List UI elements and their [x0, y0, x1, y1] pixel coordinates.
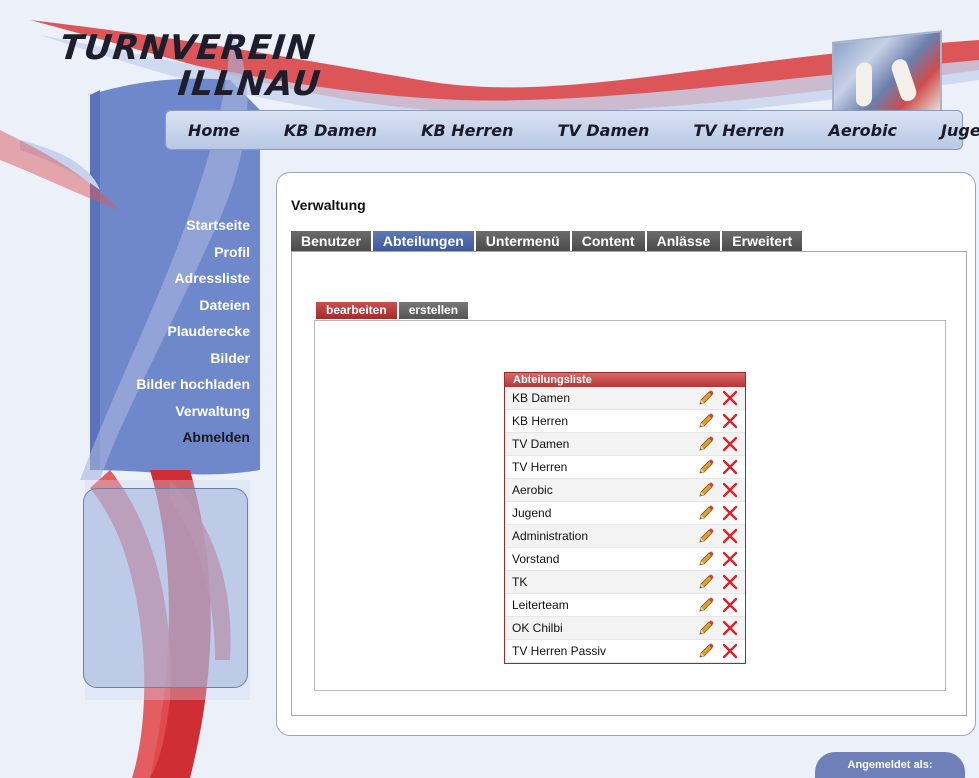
main-content: Verwaltung Benutzer Abteilungen Untermen…: [276, 172, 976, 736]
department-name: KB Damen: [512, 391, 571, 405]
department-row: Vorstand: [505, 548, 745, 571]
pencil-icon[interactable]: [697, 504, 715, 522]
delete-x-icon[interactable]: [721, 481, 739, 499]
photo-figure: [889, 56, 919, 104]
sidebar-item-bilder[interactable]: Bilder: [136, 345, 250, 372]
main-nav: Home KB Damen KB Herren TV Damen TV Herr…: [165, 110, 979, 150]
delete-x-icon[interactable]: [721, 527, 739, 545]
delete-x-icon[interactable]: [721, 596, 739, 614]
delete-x-icon[interactable]: [721, 619, 739, 637]
delete-x-icon[interactable]: [721, 412, 739, 430]
delete-x-icon[interactable]: [721, 389, 739, 407]
subtab-panel: Abteilungsliste KB Damen KB Herren TV Dame…: [314, 320, 946, 691]
department-list: Abteilungsliste KB Damen KB Herren TV Dame…: [504, 372, 746, 664]
sidebar-item-abmelden[interactable]: Abmelden: [136, 424, 250, 451]
tab-content[interactable]: Content: [571, 231, 647, 251]
pencil-icon[interactable]: [697, 596, 715, 614]
sidebar-item-startseite[interactable]: Startseite: [136, 212, 250, 239]
sidebar-item-profil[interactable]: Profil: [136, 239, 250, 266]
login-status-badge: Angemeldet als:: [815, 752, 965, 778]
department-row: TV Herren Passiv: [505, 640, 745, 663]
delete-x-icon[interactable]: [721, 504, 739, 522]
department-row: Administration: [505, 525, 745, 548]
nav-tv-herren[interactable]: TV Herren: [693, 121, 784, 140]
department-row: KB Damen: [505, 387, 745, 410]
nav-kb-herren[interactable]: KB Herren: [421, 121, 513, 140]
department-name: TV Damen: [512, 437, 570, 451]
department-name: OK Chilbi: [512, 621, 563, 635]
sidebar-info-box: [83, 488, 248, 688]
sub-tabs: bearbeiten erstellen: [316, 302, 471, 319]
pencil-icon[interactable]: [697, 573, 715, 591]
nav-home[interactable]: Home: [188, 121, 240, 140]
tab-benutzer[interactable]: Benutzer: [291, 231, 373, 251]
logo-line-1: TURNVEREIN: [57, 28, 318, 68]
delete-x-icon[interactable]: [721, 458, 739, 476]
pencil-icon[interactable]: [697, 527, 715, 545]
department-row: Jugend: [505, 502, 745, 525]
department-row: TK: [505, 571, 745, 594]
sidebar-item-verwaltung[interactable]: Verwaltung: [136, 398, 250, 425]
delete-x-icon[interactable]: [721, 642, 739, 660]
nav-kb-damen[interactable]: KB Damen: [284, 121, 377, 140]
sidebar-item-dateien[interactable]: Dateien: [136, 292, 250, 319]
pencil-icon[interactable]: [697, 550, 715, 568]
delete-x-icon[interactable]: [721, 550, 739, 568]
pencil-icon[interactable]: [697, 435, 715, 453]
department-name: Jugend: [512, 506, 552, 520]
department-name: Administration: [512, 529, 589, 543]
pencil-icon[interactable]: [697, 619, 715, 637]
logo-line-2: ILLNAU: [175, 64, 323, 104]
department-name: Leiterteam: [512, 598, 569, 612]
department-row: TV Herren: [505, 456, 745, 479]
department-row: KB Herren: [505, 410, 745, 433]
nav-aerobic[interactable]: Aerobic: [829, 121, 898, 140]
department-name: KB Herren: [512, 414, 569, 428]
pencil-icon[interactable]: [697, 481, 715, 499]
sidebar: Startseite Profil Adressliste Dateien Pl…: [78, 150, 258, 490]
tab-anlaesse[interactable]: Anlässe: [646, 231, 723, 251]
page-title: Verwaltung: [291, 197, 366, 213]
department-row: Aerobic: [505, 479, 745, 502]
tab-erweitert[interactable]: Erweitert: [722, 231, 805, 251]
pencil-icon[interactable]: [697, 458, 715, 476]
department-list-rows: KB Damen KB Herren TV Damen TV Herren Aerobi…: [505, 387, 745, 663]
department-name: Vorstand: [512, 552, 560, 566]
sidebar-item-adressliste[interactable]: Adressliste: [136, 265, 250, 292]
department-list-header: Abteilungsliste: [505, 373, 745, 387]
tab-untermenue[interactable]: Untermenü: [475, 231, 572, 251]
pencil-icon[interactable]: [697, 412, 715, 430]
pencil-icon[interactable]: [697, 642, 715, 660]
subtab-bearbeiten[interactable]: bearbeiten: [316, 302, 399, 319]
site-logo[interactable]: TURNVEREIN ILLNAU: [57, 28, 323, 104]
subtab-erstellen[interactable]: erstellen: [398, 302, 471, 319]
sidebar-item-bilder-hochladen[interactable]: Bilder hochladen: [136, 371, 250, 398]
pencil-icon[interactable]: [697, 389, 715, 407]
delete-x-icon[interactable]: [721, 573, 739, 591]
tab-panel: bearbeiten erstellen Abteilungsliste KB …: [291, 251, 967, 716]
sidebar-menu: Startseite Profil Adressliste Dateien Pl…: [136, 212, 250, 451]
sidebar-item-plauderecke[interactable]: Plauderecke: [136, 318, 251, 345]
department-name: TV Herren Passiv: [512, 644, 607, 658]
department-row: Leiterteam: [505, 594, 745, 617]
department-name: TK: [512, 575, 528, 589]
nav-jugend[interactable]: Jugend: [941, 121, 979, 140]
delete-x-icon[interactable]: [721, 435, 739, 453]
tab-abteilungen[interactable]: Abteilungen: [372, 231, 476, 251]
department-name: TV Herren: [512, 460, 568, 474]
department-row: TV Damen: [505, 433, 745, 456]
admin-tabs: Benutzer Abteilungen Untermenü Content A…: [291, 231, 805, 251]
department-row: OK Chilbi: [505, 617, 745, 640]
department-name: Aerobic: [512, 483, 553, 497]
nav-tv-damen[interactable]: TV Damen: [558, 121, 650, 140]
photo-figure: [856, 61, 872, 108]
